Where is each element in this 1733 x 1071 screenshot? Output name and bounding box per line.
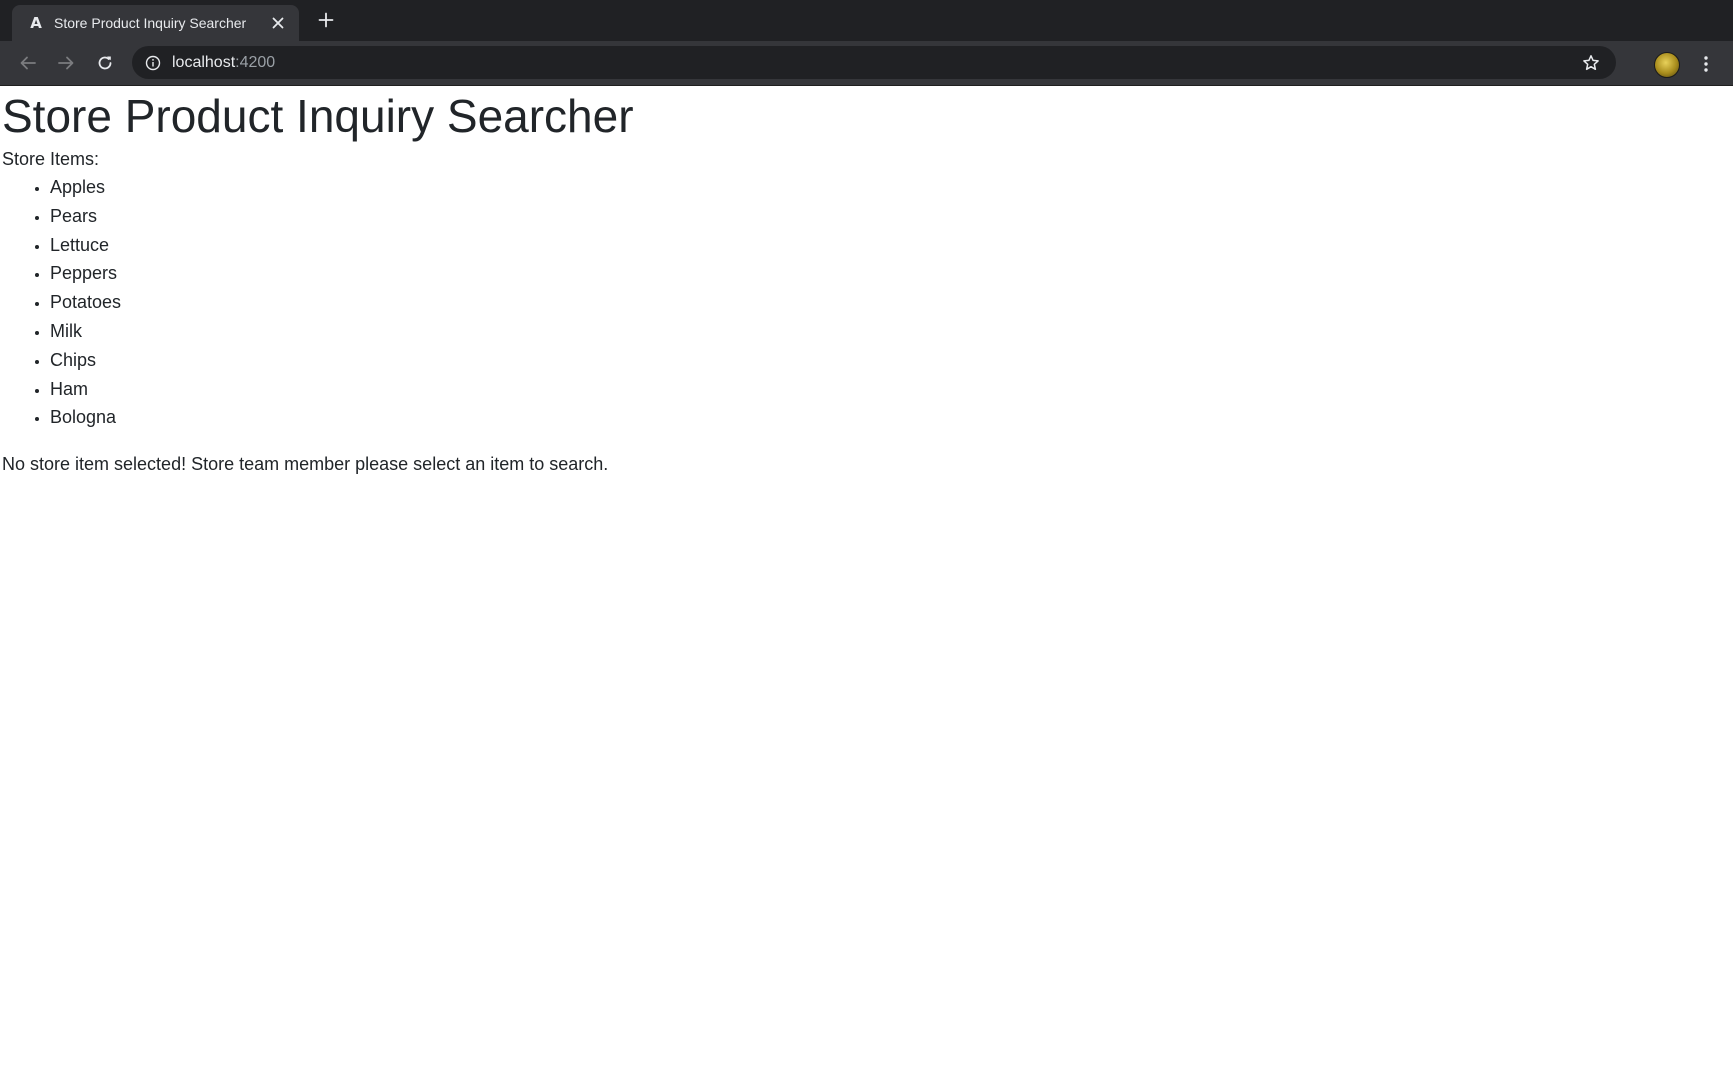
store-item[interactable]: Milk (50, 317, 121, 346)
store-items-label: Store Items: (2, 149, 100, 169)
reload-icon[interactable] (91, 49, 119, 77)
store-item[interactable]: Pears (50, 202, 121, 231)
angular-icon: A (30, 14, 42, 32)
tab-title: Store Product Inquiry Searcher (54, 15, 247, 31)
address-bar[interactable]: localhost:4200 (132, 46, 1616, 79)
url-host: localhost (172, 53, 236, 71)
no-selection-message: No store item selected! Store team membe… (2, 454, 609, 474)
store-item[interactable]: Peppers (50, 259, 121, 288)
store-item[interactable]: Potatoes (50, 288, 121, 317)
tab-active[interactable]: A Store Product Inquiry Searcher (12, 5, 299, 41)
tab-strip: A Store Product Inquiry Searcher (0, 0, 1733, 41)
arrow-left-icon[interactable] (14, 49, 42, 77)
store-item[interactable]: Bologna (50, 403, 121, 432)
store-item[interactable]: Ham (50, 375, 121, 404)
page-title: Store Product Inquiry Searcher (2, 90, 634, 142)
arrow-right-icon[interactable] (52, 49, 80, 77)
avatar[interactable] (1654, 52, 1680, 78)
close-icon[interactable] (267, 12, 289, 34)
star-icon[interactable] (1580, 52, 1602, 74)
browser-window: A Store Product Inquiry Searcher localho… (0, 0, 1733, 1071)
url-port: :4200 (235, 53, 276, 71)
store-items-list: Apples Pears Lettuce Peppers Potatoes Mi… (2, 173, 121, 432)
info-icon[interactable] (144, 54, 162, 72)
store-item[interactable]: Chips (50, 346, 121, 375)
store-item[interactable]: Apples (50, 173, 121, 202)
store-item[interactable]: Lettuce (50, 231, 121, 260)
plus-icon[interactable] (314, 8, 338, 32)
kebab-menu-icon[interactable] (1696, 51, 1716, 77)
url-text[interactable]: localhost:4200 (172, 54, 275, 72)
browser-toolbar: localhost:4200 (0, 41, 1733, 86)
page-viewport: Store Product Inquiry Searcher Store Ite… (2, 86, 1733, 1071)
